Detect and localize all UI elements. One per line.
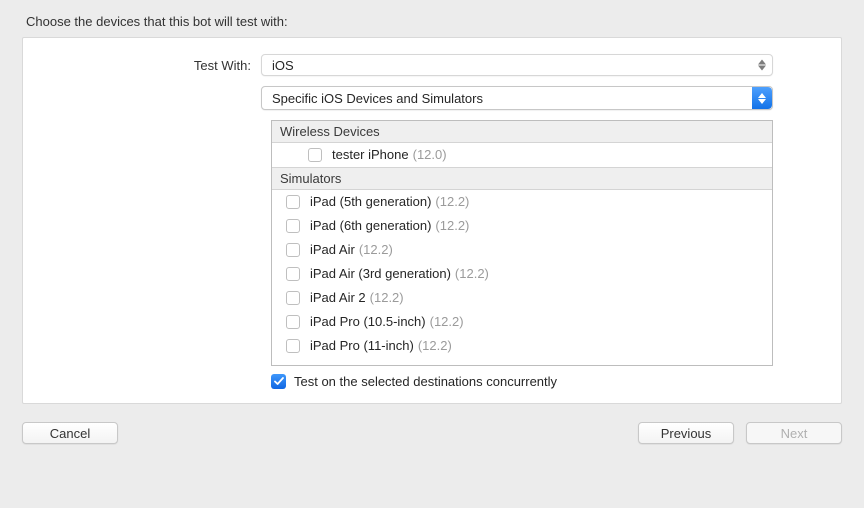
device-row[interactable]: iPad Air 2 (12.2) <box>272 286 772 310</box>
device-version: (12.2) <box>435 216 469 236</box>
next-button: Next <box>746 422 842 444</box>
device-version: (12.0) <box>413 145 447 165</box>
prompt-text: Choose the devices that this bot will te… <box>26 14 842 29</box>
device-version: (12.2) <box>455 264 489 284</box>
device-name: iPad Air (3rd generation) <box>310 264 451 284</box>
device-row[interactable]: iPad Air (3rd generation) (12.2) <box>272 262 772 286</box>
device-version: (12.2) <box>430 312 464 332</box>
cancel-button[interactable]: Cancel <box>22 422 118 444</box>
group-header-wireless: Wireless Devices <box>272 121 772 143</box>
device-name: iPad Pro (10.5-inch) <box>310 312 426 332</box>
device-checkbox[interactable] <box>286 339 300 353</box>
scope-value: Specific iOS Devices and Simulators <box>272 91 483 106</box>
config-panel: Test With: iOS Specific iOS Devices and … <box>22 37 842 404</box>
device-name: iPad (5th generation) <box>310 192 431 212</box>
group-header-simulators: Simulators <box>272 167 772 190</box>
concurrent-checkbox[interactable] <box>271 374 286 389</box>
device-checkbox[interactable] <box>308 148 322 162</box>
device-name: iPad (6th generation) <box>310 216 431 236</box>
scope-select[interactable]: Specific iOS Devices and Simulators <box>261 86 773 110</box>
device-checkbox[interactable] <box>286 195 300 209</box>
device-version: (12.2) <box>435 192 469 212</box>
device-list[interactable]: Wireless Devices tester iPhone (12.0) Si… <box>271 120 773 366</box>
device-checkbox[interactable] <box>286 315 300 329</box>
device-name: iPad Air 2 <box>310 288 366 308</box>
device-row[interactable]: iPad (5th generation) (12.2) <box>272 190 772 214</box>
concurrent-label: Test on the selected destinations concur… <box>294 374 557 389</box>
device-row[interactable]: tester iPhone (12.0) <box>272 143 772 167</box>
test-with-value: iOS <box>272 58 294 73</box>
device-name: tester iPhone <box>332 145 409 165</box>
device-checkbox[interactable] <box>286 267 300 281</box>
device-checkbox[interactable] <box>286 291 300 305</box>
device-name: iPad Pro (11-inch) <box>310 336 414 356</box>
device-version: (12.2) <box>418 336 452 356</box>
stepper-icon <box>758 60 766 71</box>
test-with-label: Test With: <box>57 58 261 73</box>
device-row[interactable]: iPad (6th generation) (12.2) <box>272 214 772 238</box>
checkmark-icon <box>274 377 284 386</box>
device-checkbox[interactable] <box>286 243 300 257</box>
test-with-select[interactable]: iOS <box>261 54 773 76</box>
device-name: iPad Air <box>310 240 355 260</box>
previous-button[interactable]: Previous <box>638 422 734 444</box>
device-row[interactable]: iPad Air (12.2) <box>272 238 772 262</box>
popup-arrows-icon <box>752 87 772 109</box>
device-version: (12.2) <box>359 240 393 260</box>
device-row[interactable]: iPad Pro (10.5-inch) (12.2) <box>272 310 772 334</box>
device-row[interactable]: iPad Pro (11-inch) (12.2) <box>272 334 772 358</box>
device-checkbox[interactable] <box>286 219 300 233</box>
device-version: (12.2) <box>370 288 404 308</box>
